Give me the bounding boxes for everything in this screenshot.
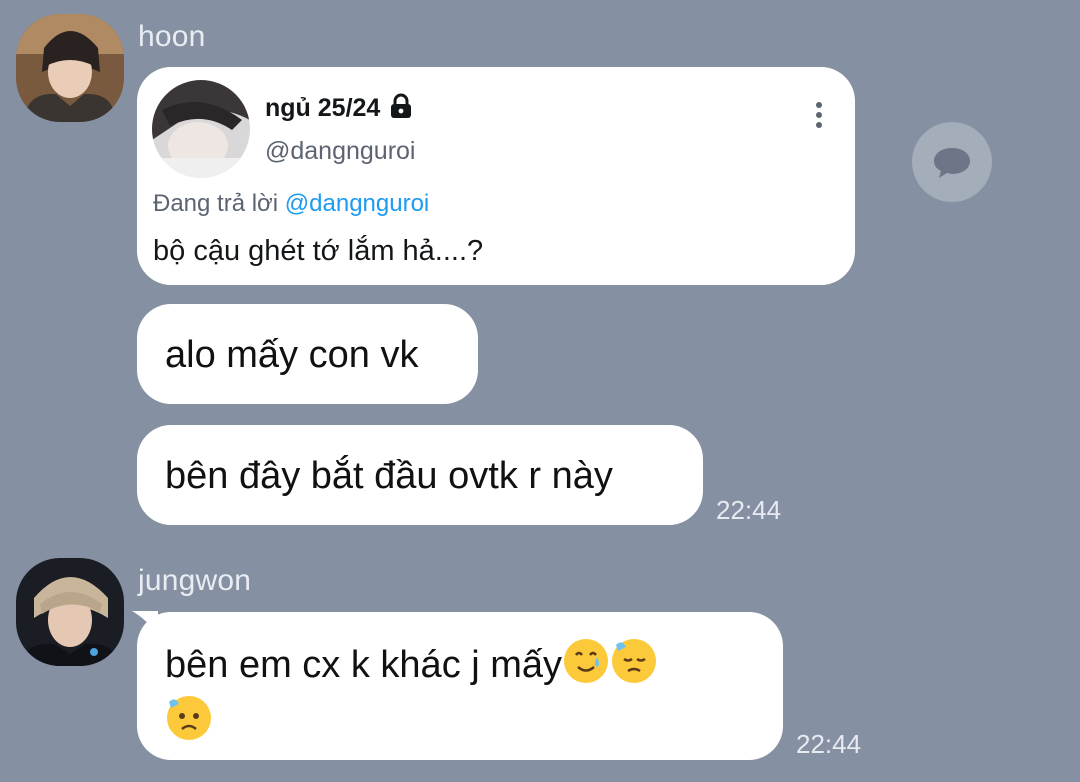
tweet-text: bộ cậu ghét tớ lắm hả....? xyxy=(153,235,484,267)
jungwon-avatar[interactable] xyxy=(16,558,124,666)
message-timestamp: 22:44 xyxy=(796,729,862,759)
sender-name-jungwon: jungwon xyxy=(138,564,252,597)
tweet-card-bubble[interactable]: ngủ 25/24 @dangnguroi Đang trả lời @dang… xyxy=(137,67,855,285)
message-emoji-line xyxy=(165,694,213,747)
message-bubble[interactable]: bên em cx k khác j mấy xyxy=(137,612,783,760)
sender-name-hoon: hoon xyxy=(138,20,206,53)
message-bubble[interactable]: alo mấy con vk xyxy=(137,304,478,404)
reply-context: Đang trả lời @dangnguroi xyxy=(153,190,429,218)
lock-icon xyxy=(388,93,414,124)
downcast-face-with-sweat-icon xyxy=(610,637,658,699)
more-options-icon[interactable] xyxy=(816,102,822,132)
message-timestamp: 22:44 xyxy=(716,495,782,525)
tweet-author-avatar[interactable] xyxy=(152,80,250,178)
tweet-display-name: ngủ 25/24 xyxy=(265,94,381,122)
smiling-face-with-tear-icon xyxy=(562,637,610,699)
message-text: alo mấy con vk xyxy=(165,334,419,376)
chat-bubble-icon[interactable] xyxy=(912,122,992,202)
tweet-handle: @dangnguroi xyxy=(265,137,416,165)
message-text: bên đây bắt đầu ovtk r này xyxy=(165,455,613,497)
reply-prefix: Đang trả lời xyxy=(153,190,279,217)
hoon-avatar[interactable] xyxy=(16,14,124,122)
message-text: bên em cx k khác j mấy xyxy=(165,644,563,686)
message-bubble[interactable]: bên đây bắt đầu ovtk r này xyxy=(137,425,703,525)
sad-relieved-face-icon xyxy=(165,694,213,747)
message-text-line: bên em cx k khác j mấy xyxy=(165,637,658,699)
reply-to-handle[interactable]: @dangnguroi xyxy=(285,190,429,217)
